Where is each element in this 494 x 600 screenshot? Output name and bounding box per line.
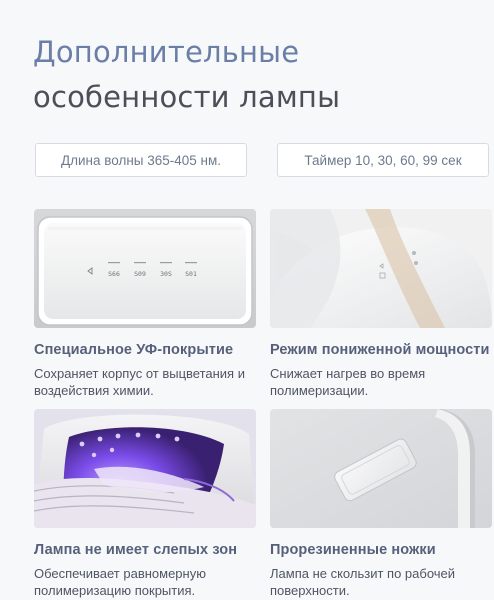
feature-description: Лампа не скользит по рабочей поверхности… (270, 566, 456, 598)
feature-card-low-power: Режим пониженной мощности Снижает нагрев… (270, 209, 492, 399)
panel-label-3: 30S (160, 270, 172, 278)
feature-title: Прорезиненные ножки (270, 542, 436, 558)
panel-label-1: S66 (108, 270, 120, 278)
feature-description: Сохраняет корпус от выцветания и воздейс… (34, 366, 245, 398)
feature-description: Обеспечивает равномерную полимеризацию п… (34, 566, 206, 598)
page-title: Дополнительные особенности лампы (33, 30, 340, 120)
timer-chip: Таймер 10, 30, 60, 99 сек (277, 143, 489, 177)
feature-card-rubber-feet: Прорезиненные ножки Лампа не скользит по… (270, 409, 492, 599)
rubber-foot-closeup-image (270, 409, 492, 528)
hand-under-uv-lamp-image (34, 409, 256, 528)
page-title-line-2: особенности лампы (33, 80, 341, 114)
panel-label-4: S01 (185, 270, 197, 278)
feature-card-no-blind-spots: Лампа не имеет слепых зон Обеспечивает р… (34, 409, 256, 599)
page-title-line-1: Дополнительные (33, 35, 300, 69)
lamp-control-panel-image: S66 S09 30S S01 (34, 209, 256, 328)
panel-label-2: S09 (134, 270, 146, 278)
feature-title: Специальное УФ-покрытие (34, 342, 234, 358)
feature-description: Снижает нагрев во время полимеризации. (270, 366, 426, 398)
feature-title: Режим пониженной мощности (270, 342, 490, 358)
feature-title: Лампа не имеет слепых зон (34, 542, 238, 558)
feature-card-uv-coating: S66 S09 30S S01 Специальное УФ-покрытие … (34, 209, 256, 399)
wavelength-chip: Длина волны 365-405 нм. (35, 143, 247, 177)
lamp-dome-closeup-image (270, 209, 492, 328)
